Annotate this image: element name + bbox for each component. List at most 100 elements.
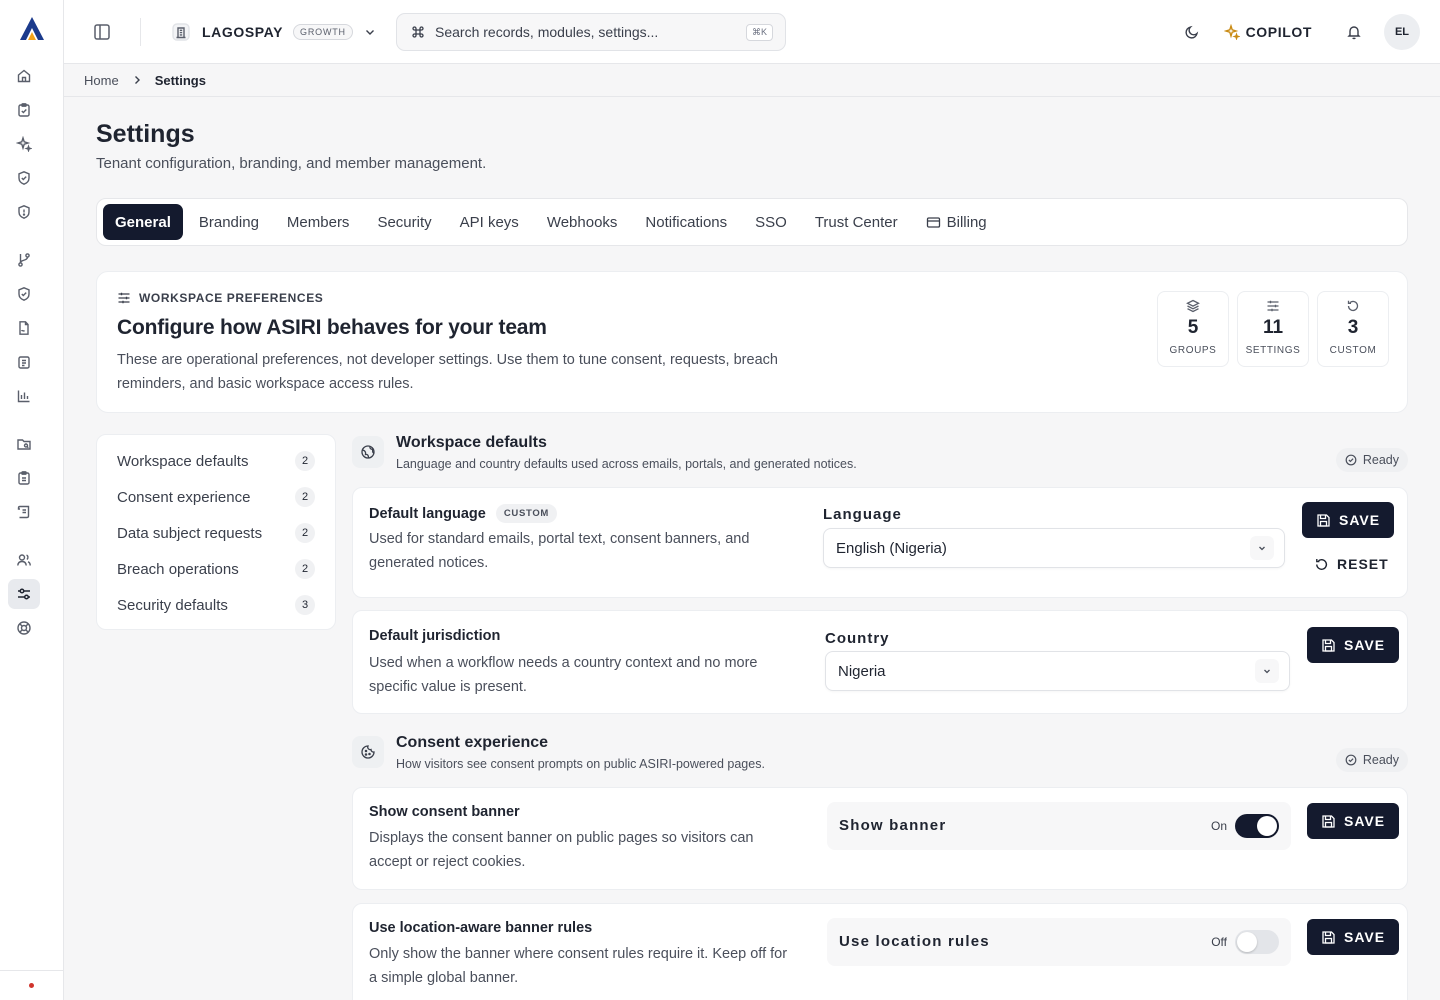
tab-billing[interactable]: Billing [912, 204, 1001, 240]
asiri-logo[interactable] [16, 14, 48, 44]
group-nav-item[interactable]: Data subject requests 2 [97, 515, 335, 551]
save-label: SAVE [1344, 637, 1386, 653]
status-label: Ready [1362, 453, 1399, 467]
stat-custom-value: 3 [1347, 317, 1359, 338]
setting-title-label: Default language [369, 505, 486, 522]
shield-alert-icon[interactable] [8, 197, 40, 227]
setting-title-label: Show consent banner [369, 804, 520, 820]
tab-api-keys[interactable]: API keys [446, 204, 533, 240]
reset-language-button[interactable]: RESET [1302, 546, 1401, 582]
check-circle-icon [1345, 754, 1357, 766]
stat-custom-label: CUSTOM [1329, 345, 1377, 356]
file-signature-icon[interactable] [8, 313, 40, 343]
shield-check-icon[interactable] [8, 163, 40, 193]
tab-trust-center[interactable]: Trust Center [801, 204, 912, 240]
folder-search-icon[interactable] [8, 429, 40, 459]
group-nav-label: Data subject requests [117, 524, 263, 542]
tab-general[interactable]: General [103, 204, 183, 240]
field-label: Language [823, 506, 902, 523]
setting-card-language: Default language CUSTOM Used for standar… [352, 487, 1408, 598]
command-icon [411, 25, 425, 39]
group-nav-item[interactable]: Breach operations 2 [97, 551, 335, 587]
users-icon[interactable] [8, 545, 40, 575]
home-icon[interactable] [8, 61, 40, 91]
copilot-button[interactable]: COPILOT [1223, 24, 1312, 40]
shield-icon[interactable] [8, 279, 40, 309]
country-select-value: Nigeria [838, 662, 886, 680]
setting-card-consent-banner: Show consent banner Displays the consent… [352, 787, 1408, 890]
clipboard-icon[interactable] [8, 463, 40, 493]
status-badge: Ready [1335, 448, 1408, 472]
clipboard-list-icon[interactable] [8, 347, 40, 377]
tab-members[interactable]: Members [273, 204, 364, 240]
breadcrumb-home[interactable]: Home [84, 73, 119, 88]
tab-sso[interactable]: SSO [741, 204, 801, 240]
bar-chart-icon[interactable] [8, 381, 40, 411]
group-header-consent: Consent experience How visitors see cons… [352, 732, 1408, 776]
bell-icon[interactable] [1336, 14, 1372, 50]
group-nav-count: 2 [295, 451, 315, 471]
group-header-workspace: Workspace defaults Language and country … [352, 432, 1408, 476]
save-location-button[interactable]: SAVE [1307, 919, 1400, 955]
group-subtitle: How visitors see consent prompts on publ… [396, 757, 765, 771]
show-banner-row: Show banner On [827, 802, 1291, 850]
group-nav-item[interactable]: Security defaults 3 [97, 587, 335, 623]
tab-branding[interactable]: Branding [185, 204, 273, 240]
save-banner-button[interactable]: SAVE [1307, 803, 1400, 839]
sparkles-icon [1223, 24, 1240, 40]
sparkles-icon[interactable] [8, 129, 40, 159]
sliders-icon [117, 291, 131, 305]
toggle-state: On [1210, 819, 1227, 833]
setting-description: Used when a workflow needs a country con… [369, 655, 758, 695]
breadcrumb-current: Settings [154, 72, 206, 88]
stat-settings: 11 SETTINGS [1237, 291, 1309, 367]
clipboard-check-icon[interactable] [8, 95, 40, 125]
moon-icon[interactable] [1174, 14, 1210, 50]
group-subtitle: Language and country defaults used acros… [396, 457, 857, 471]
location-rules-toggle[interactable] [1235, 930, 1279, 954]
git-branch-icon[interactable] [8, 245, 40, 275]
settings-group-nav: Workspace defaults 2 Consent experience … [96, 434, 336, 630]
setting-title-label: Use location-aware banner rules [369, 920, 593, 936]
group-nav-item[interactable]: Consent experience 2 [97, 479, 335, 515]
setting-card-location-rules: Use location-aware banner rules Only sho… [352, 903, 1408, 1000]
setting-title-label: Default jurisdiction [369, 628, 501, 644]
save-jurisdiction-button[interactable]: SAVE [1307, 627, 1400, 663]
global-search[interactable]: ⌘K [396, 13, 786, 51]
tab-security[interactable]: Security [363, 204, 445, 240]
breadcrumb: Home Settings [64, 64, 1440, 97]
chevron-right-icon [131, 74, 143, 86]
sidebar-toggle-icon[interactable] [90, 20, 114, 44]
country-select[interactable]: Nigeria [825, 651, 1290, 691]
save-icon [1316, 513, 1331, 528]
setting-title: Default language CUSTOM [369, 504, 558, 523]
setting-title: Default jurisdiction [369, 628, 500, 644]
group-nav-label: Security defaults [117, 596, 228, 614]
workspace-switcher[interactable]: LAGOSPAY GROWTH [170, 18, 377, 46]
top-bar: LAGOSPAY GROWTH ⌘K COPILOT EL [64, 0, 1440, 64]
save-label: SAVE [1339, 512, 1381, 528]
search-input[interactable] [435, 24, 736, 40]
setting-description: Used for standard emails, portal text, c… [369, 531, 750, 571]
group-nav-item[interactable]: Workspace defaults 2 [97, 443, 335, 479]
group-title: Workspace defaults [396, 434, 547, 451]
workspace-preferences-card: WORKSPACE PREFERENCES Configure how ASIR… [96, 271, 1408, 413]
toggle-label: Show banner [839, 817, 947, 834]
hero-eyebrow-label: WORKSPACE PREFERENCES [139, 291, 324, 305]
group-title: Consent experience [396, 734, 549, 751]
chevron-down-icon [363, 25, 377, 39]
show-banner-toggle[interactable] [1235, 814, 1279, 838]
tab-notifications[interactable]: Notifications [631, 204, 741, 240]
user-avatar[interactable]: EL [1384, 14, 1420, 50]
rotate-ccw-icon [1314, 557, 1329, 572]
settings-sliders-icon[interactable] [8, 579, 40, 609]
status-dot [29, 983, 34, 988]
cookie-icon [352, 736, 384, 768]
stat-settings-label: SETTINGS [1245, 345, 1301, 356]
scroll-text-icon[interactable] [8, 497, 40, 527]
save-language-button[interactable]: SAVE [1302, 502, 1395, 538]
language-select[interactable]: English (Nigeria) [823, 528, 1285, 568]
tab-webhooks[interactable]: Webhooks [533, 204, 632, 240]
life-buoy-icon[interactable] [8, 613, 40, 643]
setting-description: Only show the banner where consent rules… [369, 946, 788, 986]
